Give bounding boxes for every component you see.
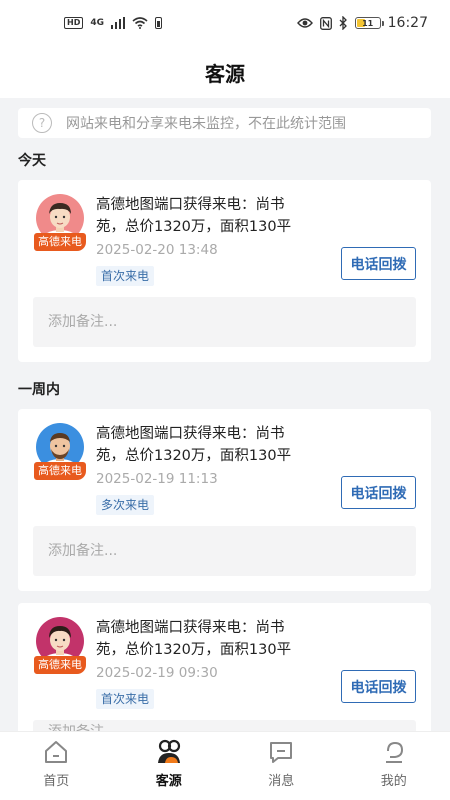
lead-time: 2025-02-19 11:13 <box>96 471 218 487</box>
nfc-icon <box>319 16 332 30</box>
notice-text: 网站来电和分享来电未监控，不在此统计范围 <box>66 116 346 132</box>
tab-label: 首页 <box>43 774 70 789</box>
question-circle-icon[interactable]: ? <box>32 113 52 133</box>
call-back-button[interactable]: 电话回拨 <box>341 670 416 703</box>
lead-card: 高德来电 高德地图端口获得来电：尚书苑，总价1320万，面积130平 2025-… <box>18 603 431 743</box>
lead-title: 高德地图端口获得来电：尚书苑，总价1320万，面积130平 <box>96 620 292 658</box>
bottom-tab-bar: 首页 客源 消息 我的 <box>0 731 450 800</box>
tab-label: 客源 <box>155 774 182 789</box>
device-battery-icon <box>155 17 162 29</box>
eye-icon <box>296 18 313 28</box>
section-today: 今天 <box>18 153 46 169</box>
tab-label: 消息 <box>268 774 295 789</box>
bluetooth-icon <box>339 16 347 30</box>
app-header: 客源 <box>0 46 450 98</box>
call-type-tag: 首次来电 <box>96 266 155 286</box>
avatar: 高德来电 <box>34 423 86 481</box>
source-badge: 高德来电 <box>34 462 86 480</box>
lead-card: 高德来电 高德地图端口获得来电：尚书苑，总价1320万，面积130平 2025-… <box>18 180 431 362</box>
call-back-button[interactable]: 电话回拨 <box>341 247 416 280</box>
tab-messages[interactable]: 消息 <box>225 732 338 800</box>
clients-icon <box>155 738 183 766</box>
status-bar: HD 4G 11 16:27 <box>0 0 450 46</box>
battery-icon: 11 <box>354 17 384 29</box>
note-input[interactable] <box>33 297 416 347</box>
source-badge: 高德来电 <box>34 656 86 674</box>
notice-bar: ? 网站来电和分享来电未监控，不在此统计范围 <box>18 108 431 138</box>
battery-level: 11 <box>362 18 374 28</box>
message-icon <box>267 738 295 766</box>
tab-profile[interactable]: 我的 <box>338 732 450 800</box>
avatar: 高德来电 <box>34 617 86 675</box>
tab-home[interactable]: 首页 <box>0 732 113 800</box>
tab-label: 我的 <box>380 774 407 789</box>
page-title: 客源 <box>205 61 245 86</box>
call-type-tag: 首次来电 <box>96 689 155 709</box>
clock: 16:27 <box>387 15 428 31</box>
status-right: 11 16:27 <box>296 15 428 31</box>
note-input[interactable] <box>33 526 416 576</box>
lead-title: 高德地图端口获得来电：尚书苑，总价1320万，面积130平 <box>96 426 292 464</box>
lead-time: 2025-02-19 09:30 <box>96 665 218 681</box>
avatar: 高德来电 <box>34 194 86 252</box>
lead-card: 高德来电 高德地图端口获得来电：尚书苑，总价1320万，面积130平 2025-… <box>18 409 431 591</box>
profile-icon <box>380 738 408 766</box>
source-badge: 高德来电 <box>34 233 86 251</box>
lead-time: 2025-02-20 13:48 <box>96 242 218 258</box>
lead-title: 高德地图端口获得来电：尚书苑，总价1320万，面积130平 <box>96 197 292 235</box>
tab-clients[interactable]: 客源 <box>113 732 226 800</box>
call-type-tag: 多次来电 <box>96 495 155 515</box>
wifi-icon <box>132 17 148 29</box>
call-back-button[interactable]: 电话回拨 <box>341 476 416 509</box>
hd-indicator: HD <box>64 17 84 29</box>
signal-icon <box>111 17 125 29</box>
section-week: 一周内 <box>18 382 60 398</box>
network-type: 4G <box>90 18 104 28</box>
status-left: HD 4G <box>64 17 162 29</box>
home-icon <box>42 738 70 766</box>
